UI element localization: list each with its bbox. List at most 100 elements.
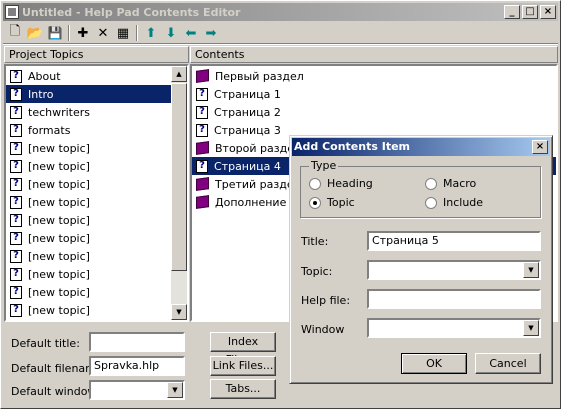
maximize-button[interactable]: □ [522,5,538,19]
topic-label: [new topic] [28,141,90,155]
scroll-up-icon[interactable]: ▲ [171,66,187,82]
topic-list-item[interactable]: ? [new topic] [6,247,187,265]
properties-icon[interactable]: ▦ [113,24,133,42]
help-page-icon: ? [196,159,208,173]
contents-header: Contents [190,46,558,63]
default-filename-input[interactable]: Spravka.hlp [89,356,185,376]
title-label: Title: [301,235,329,248]
radio-include[interactable]: Include [425,196,483,209]
help-topic-icon: ? [10,105,22,119]
topic-list-item[interactable]: ? [new topic] [6,175,187,193]
move-up-arrow-icon[interactable]: ⬆ [141,24,161,42]
scroll-thumb[interactable] [171,83,187,271]
app-icon [5,5,19,19]
topics-list[interactable]: ? About? Intro? techwriters? formats? [new to… [4,64,189,322]
default-window-select[interactable]: ▼ [89,380,185,400]
topic-label: [new topic] [28,195,90,209]
topic-list-item[interactable]: ? [new topic] [6,301,187,319]
topic-label: techwriters [28,105,91,119]
dialog-title: Add Contents Item [294,140,411,153]
move-right-arrow-icon[interactable]: ➡ [201,24,221,42]
index-files-button[interactable]: Index Files... [210,332,276,366]
help-topic-icon: ? [10,249,22,263]
ok-button[interactable]: OK [401,353,467,374]
topic-label: [new topic] [28,285,90,299]
topic-list-item[interactable]: ? [new topic] [6,157,187,175]
topic-list-item[interactable]: ? Intro [6,85,187,103]
contents-tree-item[interactable]: ? Страница 1 [192,85,556,103]
topic-label: [new topic] [28,213,90,227]
topic-list-item[interactable]: ? [new topic] [6,211,187,229]
help-topic-icon: ? [10,141,22,155]
radio-macro[interactable]: Macro [425,177,476,190]
topic-label: About [28,69,61,83]
help-topic-icon: ? [10,303,22,317]
radio-topic[interactable]: Topic [309,196,355,209]
topic-label: [new topic] [28,159,90,173]
help-topic-icon: ? [10,195,22,209]
help-page-icon: ? [196,87,208,101]
radio-heading-label: Heading [327,177,373,190]
title-bar: Untitled - Help Pad Contents Editor _ □ … [3,3,558,21]
chevron-down-icon[interactable]: ▼ [523,320,539,336]
move-down-arrow-icon[interactable]: ⬇ [161,24,181,42]
scroll-down-icon[interactable]: ▼ [171,304,187,320]
topic-label: Topic: [301,265,333,278]
tabs-button[interactable]: Tabs... [210,379,276,399]
radio-heading-circle[interactable] [309,177,321,190]
contents-tree-item[interactable]: Первый раздел [192,67,556,85]
topic-list-item[interactable]: ? About [6,67,187,85]
default-title-input[interactable] [89,332,185,352]
contents-item-label: Третий раздел [215,177,301,191]
radio-include-label: Include [443,196,484,209]
toolbar-divider [3,43,558,45]
radio-topic-circle[interactable] [309,196,321,209]
radio-topic-label: Topic [327,196,355,209]
link-files-button[interactable]: Link Files... [210,356,276,376]
topic-list-item[interactable]: ? formats [6,121,187,139]
move-left-arrow-icon[interactable]: ⬅ [181,24,201,42]
topic-list-item[interactable]: ? [new topic] [6,265,187,283]
help-topic-icon: ? [10,177,22,191]
help-page-icon: ? [196,105,208,119]
open-folder-icon[interactable]: 📂 [25,24,45,42]
topic-list-item[interactable]: ? [new topic] [6,229,187,247]
radio-macro-circle[interactable] [425,177,437,190]
topic-label: [new topic] [28,267,90,281]
topic-list-item[interactable]: ? [new topic] [6,193,187,211]
topic-list-item[interactable]: ? techwriters [6,103,187,121]
save-disk-icon[interactable]: 💾 [45,24,65,42]
chevron-down-icon[interactable]: ▼ [167,382,183,398]
contents-tree-item[interactable]: ? Страница 2 [192,103,556,121]
window-title: Untitled - Help Pad Contents Editor [22,5,241,19]
topics-scrollbar[interactable]: ▲ ▼ [171,66,187,320]
help-file-input[interactable] [367,289,541,309]
title-input[interactable]: Страница 5 [367,231,541,251]
contents-item-label: Дополнение [215,195,287,209]
minimize-button[interactable]: _ [504,5,520,19]
close-button[interactable]: × [540,5,556,19]
new-file-icon[interactable]: 🗋 [5,24,25,42]
topic-list-item[interactable]: ? [new topic] [6,283,187,301]
window-select[interactable]: ▼ [367,318,541,338]
topic-select[interactable]: ▼ [367,260,541,280]
help-topic-icon: ? [10,213,22,227]
radio-include-circle[interactable] [425,196,437,209]
contents-item-label: Страница 1 [214,87,281,101]
book-icon [196,177,209,191]
help-topic-icon: ? [10,159,22,173]
radio-macro-label: Macro [443,177,477,190]
radio-heading[interactable]: Heading [309,177,373,190]
topic-list-item[interactable]: ? [new topic] [6,139,187,157]
dialog-close-button[interactable]: × [532,140,548,154]
cancel-button[interactable]: Cancel [475,353,541,374]
toolbar: 🗋 📂 💾 ✚ ✕ ▦ ⬆ ⬇ ⬅ ➡ [3,23,558,43]
contents-item-label: Первый раздел [215,69,304,83]
add-item-icon[interactable]: ✚ [73,24,93,42]
delete-item-icon[interactable]: ✕ [93,24,113,42]
help-topic-icon: ? [10,231,22,245]
dialog-title-bar: Add Contents Item × [292,138,550,156]
chevron-down-icon[interactable]: ▼ [523,262,539,278]
default-title-label: Default title: [11,337,80,350]
type-group-label: Type [309,159,339,172]
